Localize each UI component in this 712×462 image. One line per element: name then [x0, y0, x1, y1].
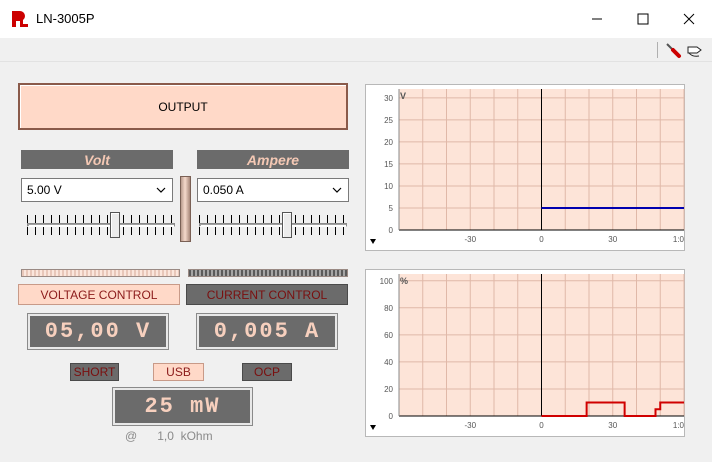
maximize-button[interactable] — [620, 0, 666, 38]
power-readout: 25 mW — [112, 387, 253, 426]
voltage-chart-y-tick-label: 30 — [384, 94, 393, 103]
minimize-button[interactable] — [574, 0, 620, 38]
voltage-chart-y-tick-label: 0 — [389, 226, 394, 235]
percent-chart-unit-label: % — [400, 276, 408, 286]
ampere-slider-thumb[interactable] — [282, 212, 292, 238]
current-control-indicator: CURRENT CONTROL — [186, 284, 348, 305]
chevron-down-icon — [332, 187, 342, 193]
voltage-chart-y-tick-label: 5 — [389, 204, 394, 213]
percent-chart-x-tick-label: 30 — [608, 421, 617, 430]
voltage-chart-x-tick-label: 0 — [539, 235, 544, 244]
percent-chart-x-tick-label: 1:0 — [673, 421, 685, 430]
down-arrow-icon[interactable] — [370, 239, 376, 244]
percent-chart-y-tick-label: 0 — [389, 412, 394, 421]
load-at-symbol: @ — [125, 429, 138, 443]
window-title: LN-3005P — [36, 11, 95, 26]
load-unit: kOhm — [180, 429, 213, 443]
voltage-control-indicator: VOLTAGE CONTROL — [18, 284, 180, 305]
title-bar: LN-3005P — [0, 0, 712, 38]
percent-chart-y-tick-label: 20 — [384, 385, 393, 394]
voltage-chart-y-tick-label: 15 — [384, 160, 393, 169]
volt-select-value: 5.00 V — [27, 183, 62, 197]
volt-slider-thumb[interactable] — [110, 212, 120, 238]
percent-chart-y-tick-label: 60 — [384, 331, 393, 340]
volt-slider-track — [27, 223, 175, 227]
voltage-readout: 05,00 V — [27, 313, 169, 350]
chevron-down-icon — [156, 187, 166, 193]
voltage-chart-unit-label: V — [400, 91, 406, 101]
screwdriver-icon[interactable] — [664, 41, 682, 59]
percent-chart-y-tick-label: 100 — [380, 277, 394, 286]
usb-indicator: USB — [153, 363, 204, 381]
current-mode-stripe — [188, 269, 348, 277]
app-logo-icon — [10, 9, 30, 29]
volt-header: Volt — [21, 150, 173, 169]
voltage-chart-y-tick-label: 10 — [384, 182, 393, 191]
volt-slider[interactable] — [24, 209, 178, 241]
percent-chart-y-tick-label: 80 — [384, 304, 393, 313]
short-indicator: SHORT — [70, 363, 119, 381]
percent-chart-x-tick-label: -30 — [464, 421, 476, 430]
ampere-select-value: 0.050 A — [203, 183, 244, 197]
toolbar-separator — [657, 42, 658, 58]
minimize-icon — [592, 18, 602, 20]
ampere-header: Ampere — [197, 150, 349, 169]
load-value: 1,0 — [157, 429, 174, 443]
down-arrow-icon[interactable] — [370, 425, 376, 430]
ampere-select[interactable]: 0.050 A — [197, 178, 349, 202]
percent-chart-y-tick-label: 40 — [384, 358, 393, 367]
close-button[interactable] — [666, 0, 712, 38]
close-icon — [683, 13, 695, 25]
voltage-chart-y-tick-label: 20 — [384, 138, 393, 147]
ampere-slider-track — [199, 223, 347, 227]
load-resistance: @ 1,0 kOhm — [125, 429, 213, 443]
voltage-chart-x-tick-label: 1:0 — [673, 235, 685, 244]
volt-select[interactable]: 5.00 V — [21, 178, 173, 202]
voltage-chart-x-tick-label: -30 — [464, 235, 476, 244]
voltage-chart: 0 5 10 15 20 25 30 -30 0 30 1:0 V — [365, 84, 685, 251]
voltage-chart-y-tick-label: 25 — [384, 116, 393, 125]
percent-chart-svg: 0 20 40 60 80 100 -30 0 30 1:0% — [370, 274, 685, 430]
voltage-chart-x-tick-label: 30 — [608, 235, 617, 244]
toolbar — [0, 38, 712, 62]
probe-icon[interactable] — [686, 41, 704, 59]
output-level-bar — [180, 176, 191, 242]
ampere-slider[interactable] — [196, 209, 350, 241]
maximize-icon — [637, 13, 649, 25]
voltage-chart-svg: 0 5 10 15 20 25 30 -30 0 30 1:0 V — [370, 89, 685, 244]
current-readout: 0,005 A — [196, 313, 338, 350]
output-button[interactable]: OUTPUT — [18, 83, 348, 130]
ocp-indicator: OCP — [242, 363, 292, 381]
percent-chart-x-tick-label: 0 — [539, 421, 544, 430]
voltage-mode-stripe — [21, 269, 180, 277]
percent-chart: 0 20 40 60 80 100 -30 0 30 1:0% — [365, 269, 685, 437]
